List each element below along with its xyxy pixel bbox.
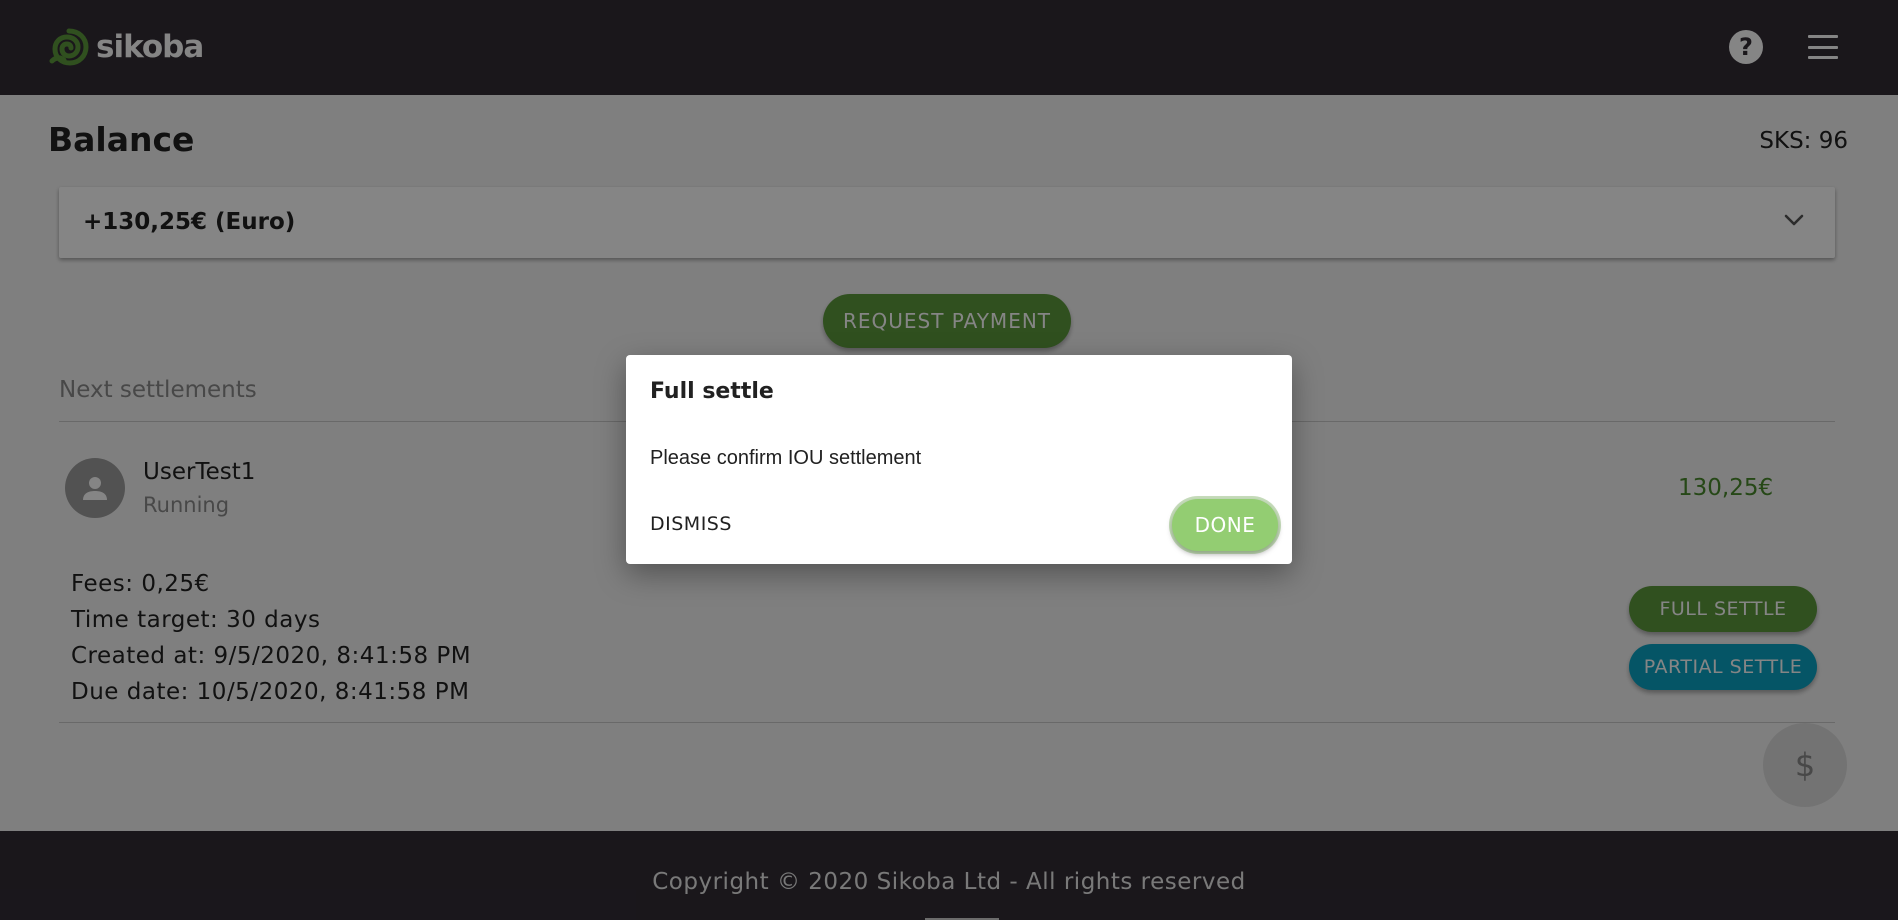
dialog-message: Please confirm IOU settlement	[650, 447, 922, 469]
full-settle-dialog: Full settle Please confirm IOU settlemen…	[626, 355, 1292, 564]
done-button[interactable]: DONE	[1172, 499, 1278, 551]
dismiss-button[interactable]: DISMISS	[650, 513, 732, 535]
dialog-title: Full settle	[650, 379, 774, 404]
